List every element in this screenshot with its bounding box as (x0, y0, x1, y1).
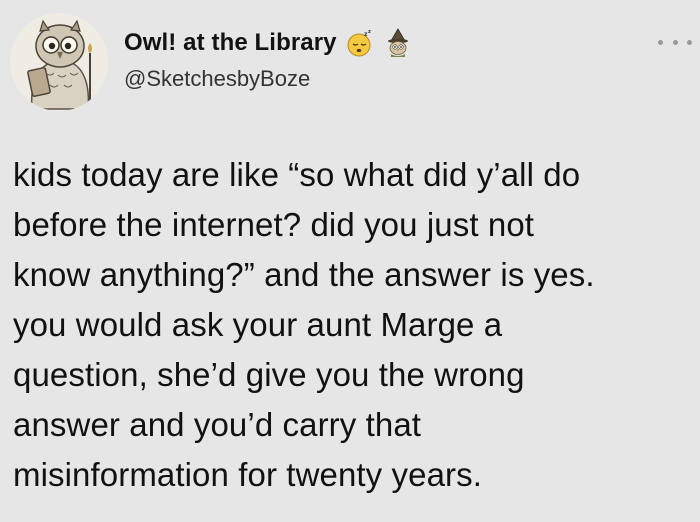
tweet-text-line: before the internet? did you just not (13, 206, 535, 243)
more-dot (658, 39, 663, 45)
tweet-text-line: you would ask your aunt Marge a (13, 306, 503, 343)
tweet-text: kids today are like “so what did y’all d… (13, 150, 693, 500)
sleeping-face-emoji-icon: z z (345, 28, 375, 58)
display-name[interactable]: Owl! at the Library (124, 29, 337, 57)
more-dot (687, 39, 692, 45)
tweet-text-line: kids today are like “so what did y’all d… (13, 156, 581, 193)
tweet-text-line: misinformation for twenty years. (13, 456, 483, 493)
more-dot (672, 39, 678, 45)
owl-avatar-icon[interactable] (10, 13, 108, 111)
tweet-text-line: answer and you’d carry that (13, 406, 422, 443)
tweet-text-line: know anything?” and the answer is yes. (13, 256, 595, 293)
author-name-row: Owl! at the Library z z (124, 26, 413, 60)
more-options-icon[interactable] (658, 34, 692, 50)
owl-wizard-emoji-icon (383, 28, 413, 58)
tweet-card: Owl! at the Library z z @SketchesbyBoze … (0, 0, 700, 522)
svg-text:z: z (368, 29, 371, 35)
tweet-text-line: question, she’d give you the wrong (13, 356, 525, 393)
author-handle[interactable]: @SketchesbyBoze (124, 66, 310, 92)
